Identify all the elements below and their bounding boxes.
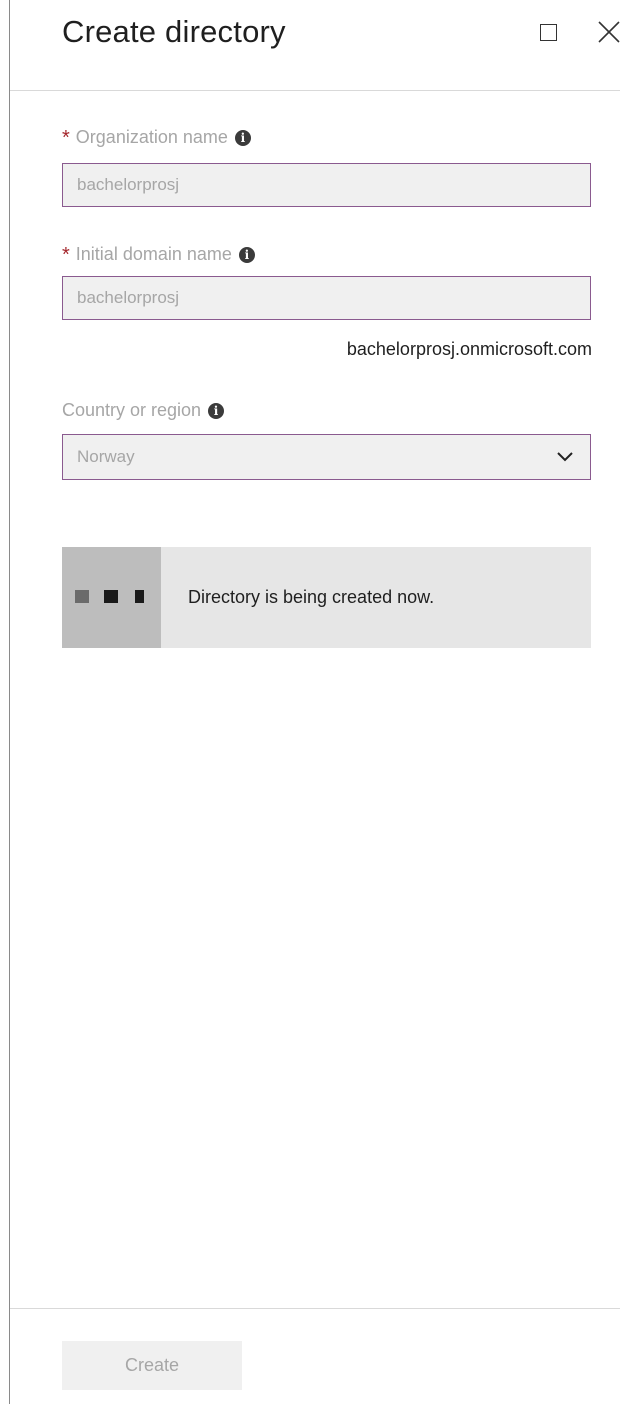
close-icon[interactable] [596, 19, 620, 45]
country-region-value: Norway [77, 447, 135, 466]
organization-name-input[interactable] [62, 163, 591, 207]
organization-name-label-text: Organization name [75, 127, 228, 147]
initial-domain-name-label: * Initial domain name i [62, 244, 255, 265]
loading-dots-icon [62, 547, 161, 648]
required-marker: * [62, 243, 70, 266]
blade-footer: Create [10, 1308, 620, 1405]
initial-domain-name-input[interactable] [62, 276, 591, 320]
create-directory-blade: Create directory * Organization name i *… [9, 0, 620, 1404]
loading-dot [135, 590, 144, 603]
country-region-select[interactable]: Norway [62, 434, 591, 480]
page-title: Create directory [62, 14, 286, 49]
loading-dot [104, 590, 118, 603]
required-marker: * [62, 126, 70, 149]
maximize-icon[interactable] [540, 24, 557, 41]
loading-dot [75, 590, 89, 603]
initial-domain-name-label-text: Initial domain name [75, 244, 232, 264]
info-icon[interactable]: i [238, 246, 255, 263]
status-notice: Directory is being created now. [62, 547, 591, 648]
blade-header: Create directory [10, 0, 620, 91]
chevron-down-icon [557, 452, 573, 462]
status-message: Directory is being created now. [188, 587, 435, 607]
country-region-label-text: Country or region [62, 400, 202, 420]
domain-suffix: bachelorprosj.onmicrosoft.com [346, 339, 592, 359]
info-icon[interactable]: i [234, 129, 251, 146]
country-region-label: Country or region i [62, 400, 225, 421]
info-icon[interactable]: i [208, 402, 225, 419]
create-button[interactable]: Create [62, 1341, 242, 1390]
organization-name-label: * Organization name i [62, 127, 251, 148]
